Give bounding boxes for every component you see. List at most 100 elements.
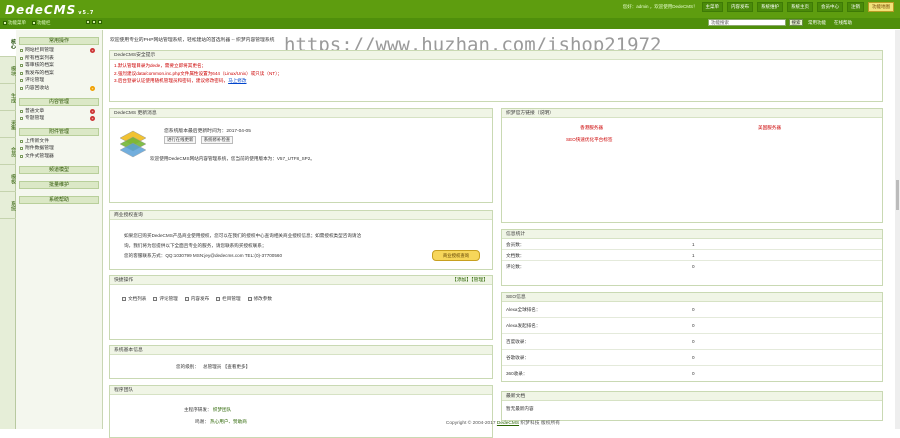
tab-system[interactable]: 系统 bbox=[0, 192, 16, 219]
quick-doc-list[interactable]: 文档列表 bbox=[122, 296, 146, 302]
sidebar-section-header[interactable]: 附件管理 bbox=[19, 128, 99, 136]
user-level-value[interactable]: 总管理员 【查看更多】 bbox=[203, 364, 250, 369]
sidebar-tabs: 核心 模块 生成 采集 会员 模板 系统 bbox=[0, 30, 16, 429]
nav-main-menu[interactable]: 主菜单 bbox=[702, 2, 724, 12]
menu-icon bbox=[3, 21, 7, 25]
tab-member[interactable]: 会员 bbox=[0, 138, 16, 165]
sidebar-item[interactable]: 上传新文件 bbox=[19, 138, 99, 146]
menu-toggle[interactable]: 功能菜单 bbox=[3, 20, 26, 26]
scrollbar-thumb[interactable] bbox=[896, 180, 899, 210]
sidebar-item[interactable]: 网站栏目管理+ bbox=[19, 47, 99, 55]
sidebar-section-header[interactable]: 常用操作 bbox=[19, 37, 99, 45]
license-text: 如果您已购买DedeCMS产品商业使用授权，您可以在我们的授权中心查询相关商业授… bbox=[124, 231, 414, 261]
sidebar-item[interactable]: 专题管理+ bbox=[19, 115, 99, 123]
seo-row: Alexa发起排名：0 bbox=[502, 318, 882, 334]
tab-template[interactable]: 模板 bbox=[0, 165, 16, 192]
link-hk[interactable]: 香港服务器 bbox=[580, 125, 603, 131]
panel-title: DedeCMS安全提示 bbox=[110, 51, 882, 60]
sidebar-section-header[interactable]: 系统帮助 bbox=[19, 196, 99, 204]
bullet-icon bbox=[20, 117, 23, 120]
quick-actions-panel: 快捷操作 【添加】【管理】 文档列表 评论管理 内容发布 栏目管理 修改参数 bbox=[109, 275, 493, 340]
link-us[interactable]: 美国服务器 bbox=[758, 125, 781, 131]
main-content: 欢迎使用专业的PHP网站管理系统，轻松建站的首选利器 -- 织梦内容管理系统 h… bbox=[106, 30, 900, 429]
stat-row: 文档数：1 bbox=[502, 250, 882, 261]
sidebar: 核心 模块 生成 采集 会员 模板 系统 常用操作网站栏目管理+所有档案列表等审… bbox=[0, 30, 103, 429]
link-seo[interactable]: SEO快速优化平台标签 bbox=[566, 137, 612, 143]
security-line: 3.后台登录认证使用随机管理员和密码，建议修改密码，马上修改 bbox=[114, 77, 878, 85]
seo-panel: SEO信息 Alexa全球排名：0 Alexa发起排名：0 百度收录：0 谷歌收… bbox=[501, 292, 883, 382]
common-functions-link[interactable]: 常用功能 bbox=[808, 20, 826, 26]
online-update-button[interactable]: 进行在线更新 bbox=[164, 136, 196, 144]
sidebar-section-header[interactable]: 频道模型 bbox=[19, 166, 99, 174]
sidebar-item[interactable]: 等审核的档案 bbox=[19, 62, 99, 70]
team-link[interactable]: 织梦团队 bbox=[213, 407, 231, 412]
add-icon[interactable]: + bbox=[90, 116, 95, 121]
footer: Copyright © 2004-2017 DedeCMS 织梦科技 版权所有 bbox=[106, 419, 900, 426]
stat-row: 会员数：1 bbox=[502, 239, 882, 250]
user-greeting: 您好：admin ，欢迎使用DedeCMS！ bbox=[623, 4, 698, 10]
add-icon[interactable]: + bbox=[90, 109, 95, 114]
panel-title: 织梦官方链接（说明） bbox=[502, 109, 882, 118]
sidebar-item[interactable]: 附件数据管理 bbox=[19, 145, 99, 153]
add-icon[interactable]: + bbox=[90, 48, 95, 53]
bullet-icon bbox=[20, 155, 23, 158]
sidebar-section-header[interactable]: 批量维护 bbox=[19, 181, 99, 189]
tab-module[interactable]: 模块 bbox=[0, 57, 16, 84]
sidebar-item[interactable]: 所有档案列表 bbox=[19, 55, 99, 63]
nav-maintain[interactable]: 系统维护 bbox=[757, 2, 783, 12]
latest-docs-panel: 最新文档 暂无最新内容 bbox=[501, 391, 883, 421]
sidebar-item[interactable]: 普通文章+ bbox=[19, 108, 99, 116]
sidebar-item[interactable]: 评论管理 bbox=[19, 77, 99, 85]
feature-map-button[interactable]: 功能地图 bbox=[868, 2, 894, 12]
nav-logout[interactable]: 注销 bbox=[847, 2, 864, 12]
patch-check-button[interactable]: 系统修补检查 bbox=[201, 136, 233, 144]
search-input[interactable]: 功能搜索 bbox=[708, 19, 786, 26]
sidebar-item[interactable]: 我发布的档案 bbox=[19, 70, 99, 78]
doc-icon bbox=[122, 297, 126, 301]
nav-home[interactable]: 系统主页 bbox=[787, 2, 813, 12]
license-query-button[interactable]: 商业授权查询 bbox=[432, 250, 480, 261]
settings-icon bbox=[248, 297, 252, 301]
layout-icon[interactable] bbox=[98, 20, 102, 24]
fix-now-link[interactable]: 马上修改 bbox=[228, 78, 246, 83]
bar-icon bbox=[32, 21, 36, 25]
seo-row: 谷歌收录：0 bbox=[502, 350, 882, 366]
publish-icon bbox=[185, 297, 189, 301]
quick-links: 文档列表 评论管理 内容发布 栏目管理 修改参数 bbox=[122, 296, 272, 302]
scrollbar[interactable] bbox=[895, 30, 900, 429]
quick-columns[interactable]: 栏目管理 bbox=[216, 296, 240, 302]
search-button[interactable]: 搜索 bbox=[789, 19, 803, 26]
comment-icon bbox=[153, 297, 157, 301]
sidebar-item[interactable]: 文件式管理器 bbox=[19, 153, 99, 161]
quick-settings[interactable]: 修改参数 bbox=[248, 296, 272, 302]
update-panel: DedeCMS 更新消息 您系统版本最后更新时间为：2017-04-05 进行在… bbox=[109, 108, 493, 203]
footer-brand-link[interactable]: DedeCMS bbox=[497, 421, 519, 426]
add-manage-links[interactable]: 【添加】【管理】 bbox=[452, 276, 488, 285]
online-help-link[interactable]: 在线帮助 bbox=[834, 20, 852, 26]
tab-core[interactable]: 核心 bbox=[0, 30, 16, 57]
license-panel: 商业授权查询 如果您已购买DedeCMS产品商业使用授权，您可以在我们的授权中心… bbox=[109, 210, 493, 270]
quick-publish[interactable]: 内容发布 bbox=[185, 296, 209, 302]
bullet-icon bbox=[20, 72, 23, 75]
nav-member[interactable]: 会员中心 bbox=[817, 2, 843, 12]
update-version-line: 您系统版本最后更新时间为：2017-04-05 bbox=[164, 127, 251, 134]
security-panel: DedeCMS安全提示 1.默认管理目录为dede，需要立即将其更名； 2.强烈… bbox=[109, 50, 883, 102]
bullet-icon bbox=[20, 147, 23, 150]
welcome-notice: 欢迎使用专业的PHP网站管理系统，轻松建站的首选利器 -- 织梦内容管理系统 bbox=[110, 36, 274, 43]
sidebar-section-header[interactable]: 内容管理 bbox=[19, 98, 99, 106]
add-icon[interactable]: + bbox=[90, 86, 95, 91]
sidebar-item[interactable]: 内容回收站+ bbox=[19, 85, 99, 93]
quick-comments[interactable]: 评论管理 bbox=[153, 296, 177, 302]
security-line: 2.强烈建议data/common.inc.php文件属性设置为644（Linu… bbox=[114, 70, 878, 78]
panel-title: DedeCMS 更新消息 bbox=[110, 109, 492, 118]
seo-row: 360收录：0 bbox=[502, 366, 882, 381]
system-info-panel: 系统基本信息 您的级别：总管理员 【查看更多】 bbox=[109, 345, 493, 379]
layout-icon[interactable] bbox=[86, 20, 90, 24]
layout-icon[interactable] bbox=[92, 20, 96, 24]
panel-title: 快捷操作 【添加】【管理】 bbox=[110, 276, 492, 285]
tab-collect[interactable]: 采集 bbox=[0, 111, 16, 138]
bar-toggle[interactable]: 功能栏 bbox=[32, 20, 51, 26]
nav-publish[interactable]: 内容发布 bbox=[727, 2, 753, 12]
layout-icons bbox=[86, 20, 102, 24]
tab-generate[interactable]: 生成 bbox=[0, 84, 16, 111]
